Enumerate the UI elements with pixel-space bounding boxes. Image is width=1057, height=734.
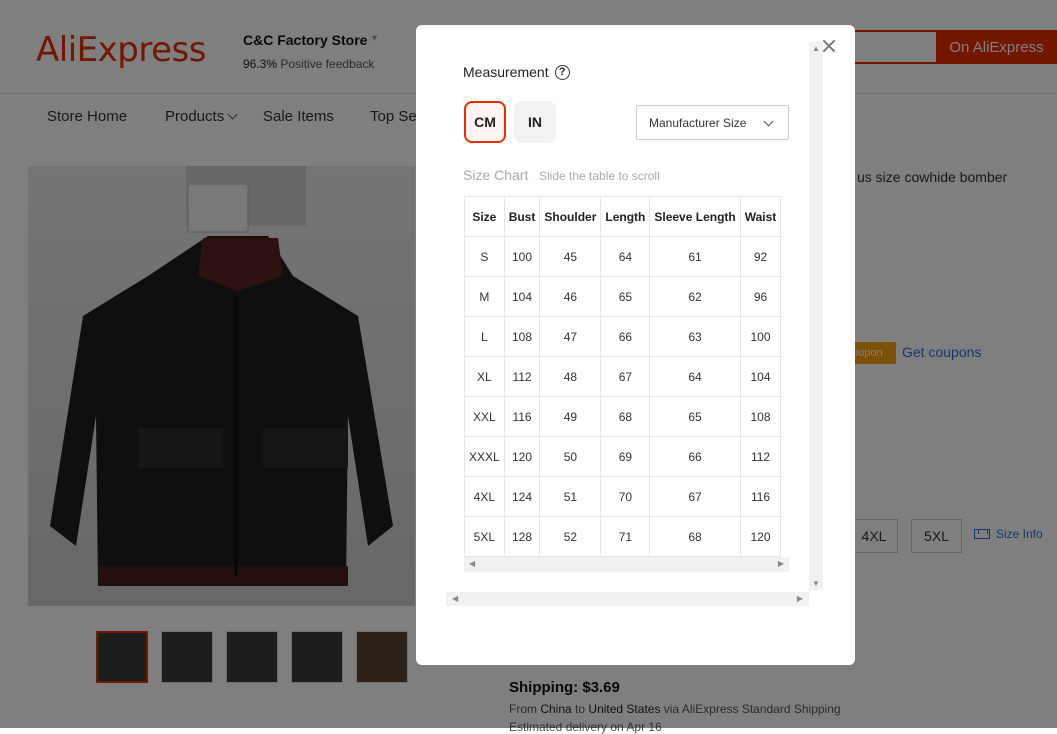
table-row: XXXL 120 50 69 66 112 — [464, 436, 782, 477]
size-table-container[interactable]: Size Bust Shoulder Length Sleeve Length Waist… — [464, 196, 789, 573]
table-cell: XXL — [464, 396, 505, 437]
table-row: XXL 116 49 68 65 108 — [464, 396, 782, 437]
table-cell: 120 — [503, 436, 541, 477]
measurement-title: Measurement — [463, 64, 549, 80]
table-cell: 128 — [503, 516, 541, 557]
table-header-row: Size Bust Shoulder Length Sleeve Length Waist — [464, 196, 782, 237]
table-cell: 47 — [539, 316, 602, 357]
table-cell: XL — [464, 356, 505, 397]
table-cell: 67 — [600, 356, 651, 397]
table-cell: 68 — [649, 516, 741, 557]
table-cell: 120 — [739, 516, 782, 557]
table-cell: 46 — [539, 276, 602, 317]
size-chart-modal: ▲ ▼ Measurement ? CM IN Manufacturer Siz… — [416, 25, 855, 665]
unit-in-button[interactable]: IN — [514, 101, 556, 143]
table-cell: 104 — [739, 356, 782, 397]
table-cell: 116 — [503, 396, 541, 437]
table-body: S 100 45 64 61 92 M 104 46 65 62 96 L 108 47 66 63 100 XL 1… — [464, 236, 782, 557]
chevron-down-icon — [763, 116, 774, 127]
table-cell: 71 — [600, 516, 651, 557]
table-cell: M — [464, 276, 505, 317]
table-cell: 66 — [649, 436, 741, 477]
table-row: L 108 47 66 63 100 — [464, 316, 782, 357]
table-cell: 4XL — [464, 476, 505, 517]
table-cell: L — [464, 316, 505, 357]
column-header: Waist — [739, 196, 782, 237]
table-cell: 61 — [649, 236, 741, 277]
table-cell: 62 — [649, 276, 741, 317]
table-cell: XXXL — [464, 436, 505, 477]
table-cell: 51 — [539, 476, 602, 517]
table-cell: 116 — [739, 476, 782, 517]
column-header: Length — [600, 196, 651, 237]
unit-cm-button[interactable]: CM — [464, 101, 506, 143]
table-row: S 100 45 64 61 92 — [464, 236, 782, 277]
table-cell: 108 — [739, 396, 782, 437]
modal-vertical-scrollbar[interactable]: ▲ ▼ — [809, 42, 823, 590]
table-cell: 50 — [539, 436, 602, 477]
table-row: 5XL 128 52 71 68 120 — [464, 516, 782, 557]
size-type-value: Manufacturer Size — [649, 115, 747, 130]
table-cell: 52 — [539, 516, 602, 557]
scroll-down-arrow-icon[interactable]: ▼ — [812, 579, 820, 588]
table-cell: 66 — [600, 316, 651, 357]
table-cell: 48 — [539, 356, 602, 397]
table-cell: 5XL — [464, 516, 505, 557]
table-cell: 65 — [600, 276, 651, 317]
table-cell: 68 — [600, 396, 651, 437]
column-header: Bust — [503, 196, 541, 237]
table-cell: 96 — [739, 276, 782, 317]
table-cell: 64 — [600, 236, 651, 277]
table-cell: 100 — [739, 316, 782, 357]
table-cell: 112 — [739, 436, 782, 477]
scroll-left-arrow-icon[interactable]: ◀ — [469, 559, 475, 568]
table-cell: S — [464, 236, 505, 277]
scroll-up-arrow-icon[interactable]: ▲ — [812, 44, 820, 53]
column-header: Shoulder — [539, 196, 602, 237]
table-cell: 124 — [503, 476, 541, 517]
column-header: Size — [464, 196, 505, 237]
table-cell: 92 — [739, 236, 782, 277]
size-type-select[interactable]: Manufacturer Size — [636, 105, 789, 140]
table-cell: 70 — [600, 476, 651, 517]
table-cell: 64 — [649, 356, 741, 397]
help-icon[interactable]: ? — [554, 64, 570, 80]
scroll-right-arrow-icon[interactable]: ▶ — [778, 559, 784, 568]
table-cell: 112 — [503, 356, 541, 397]
size-chart-hint: Slide the table to scroll — [539, 169, 660, 183]
table-cell: 49 — [539, 396, 602, 437]
size-table: Size Bust Shoulder Length Sleeve Length Waist… — [464, 196, 782, 557]
table-cell: 108 — [503, 316, 541, 357]
table-row: 4XL 124 51 70 67 116 — [464, 476, 782, 517]
scroll-left-arrow-icon[interactable]: ◀ — [452, 594, 458, 603]
table-row: XL 112 48 67 64 104 — [464, 356, 782, 397]
table-cell: 45 — [539, 236, 602, 277]
table-horizontal-scrollbar[interactable]: ◀ ▶ — [464, 557, 789, 572]
table-cell: 104 — [503, 276, 541, 317]
close-icon[interactable] — [821, 38, 837, 54]
table-cell: 100 — [503, 236, 541, 277]
measurement-heading: Measurement ? — [463, 64, 570, 80]
table-cell: 63 — [649, 316, 741, 357]
table-cell: 65 — [649, 396, 741, 437]
modal-horizontal-scrollbar[interactable]: ◀ ▶ — [446, 592, 809, 606]
size-chart-label: Size Chart — [463, 167, 529, 183]
table-cell: 69 — [600, 436, 651, 477]
scroll-right-arrow-icon[interactable]: ▶ — [797, 594, 803, 603]
column-header: Sleeve Length — [649, 196, 741, 237]
table-cell: 67 — [649, 476, 741, 517]
table-row: M 104 46 65 62 96 — [464, 276, 782, 317]
